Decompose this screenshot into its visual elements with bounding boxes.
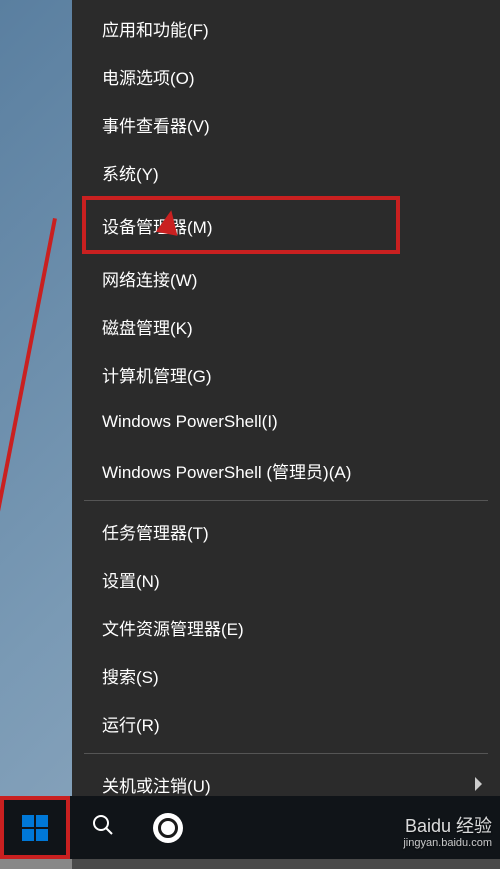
menu-item-label: 应用和功能(F) xyxy=(102,16,209,41)
menu-item-label: 系统(Y) xyxy=(102,160,159,185)
watermark-brand: Baidu 经验 xyxy=(405,816,492,836)
menu-apps-and-features[interactable]: 应用和功能(F) xyxy=(72,4,500,52)
menu-item-label: 设备管理器(M) xyxy=(102,213,212,238)
menu-item-label: 搜索(S) xyxy=(102,663,159,688)
start-button-highlight-box xyxy=(0,796,70,859)
menu-computer-management[interactable]: 计算机管理(G) xyxy=(72,350,500,398)
menu-disk-management[interactable]: 磁盘管理(K) xyxy=(72,302,500,350)
menu-item-label: Windows PowerShell(I) xyxy=(102,412,278,432)
menu-item-label: 运行(R) xyxy=(102,711,160,736)
menu-system[interactable]: 系统(Y) xyxy=(72,148,500,196)
menu-item-label: 事件查看器(V) xyxy=(102,112,210,137)
menu-task-manager[interactable]: 任务管理器(T) xyxy=(72,507,500,555)
menu-powershell-admin[interactable]: Windows PowerShell (管理员)(A) xyxy=(72,446,500,494)
app-icon xyxy=(153,813,183,843)
menu-item-label: 计算机管理(G) xyxy=(102,362,212,387)
search-icon xyxy=(91,813,115,842)
menu-device-manager[interactable]: 设备管理器(M) xyxy=(82,196,400,254)
windows-icon xyxy=(22,815,48,841)
menu-divider xyxy=(84,500,488,501)
winx-power-user-menu: 应用和功能(F) 电源选项(O) 事件查看器(V) 系统(Y) 设备管理器(M) 网络… xyxy=(72,0,500,796)
watermark-url: jingyan.baidu.com xyxy=(403,837,492,849)
menu-power-options[interactable]: 电源选项(O) xyxy=(72,52,500,100)
menu-item-label: 关机或注销(U) xyxy=(102,772,211,797)
menu-search[interactable]: 搜索(S) xyxy=(72,651,500,699)
menu-item-label: 文件资源管理器(E) xyxy=(102,615,244,640)
menu-event-viewer[interactable]: 事件查看器(V) xyxy=(72,100,500,148)
menu-run[interactable]: 运行(R) xyxy=(72,699,500,747)
menu-item-label: 网络连接(W) xyxy=(102,266,197,291)
menu-item-label: 设置(N) xyxy=(102,567,160,592)
menu-item-label: 任务管理器(T) xyxy=(102,519,209,544)
taskbar-app-button[interactable] xyxy=(135,796,200,859)
menu-item-label: Windows PowerShell (管理员)(A) xyxy=(102,458,351,483)
watermark: Baidu 经验 jingyan.baidu.com xyxy=(403,817,492,849)
menu-item-label: 磁盘管理(K) xyxy=(102,314,193,339)
menu-powershell[interactable]: Windows PowerShell(I) xyxy=(72,398,500,446)
taskbar-search-button[interactable] xyxy=(70,796,135,859)
menu-file-explorer[interactable]: 文件资源管理器(E) xyxy=(72,603,500,651)
menu-divider xyxy=(84,753,488,754)
menu-network-connections[interactable]: 网络连接(W) xyxy=(72,254,500,302)
start-button[interactable] xyxy=(4,800,66,855)
menu-settings[interactable]: 设置(N) xyxy=(72,555,500,603)
menu-item-label: 电源选项(O) xyxy=(102,64,195,89)
